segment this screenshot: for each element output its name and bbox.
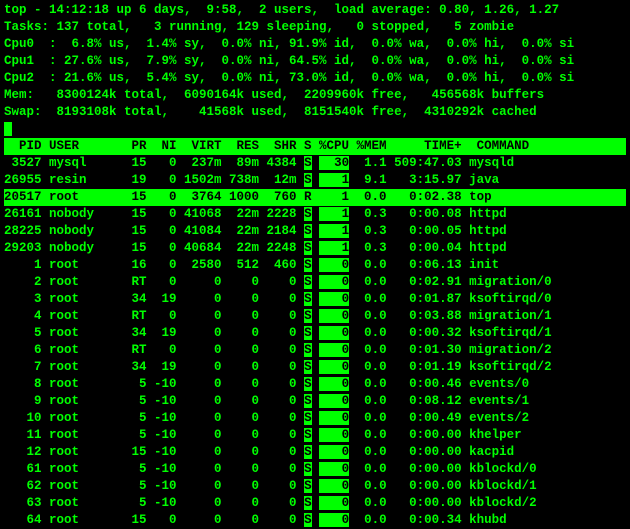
summary-uptime: top - 14:12:18 up 6 days, 9:58, 2 users,… [4, 2, 626, 19]
process-row[interactable]: 64 root 15 0 0 0 0 S 0 0.0 0:00.34 khubd [4, 512, 626, 529]
summary-swap: Swap: 8193108k total, 41568k used, 81515… [4, 104, 626, 121]
process-row[interactable]: 2 root RT 0 0 0 0 S 0 0.0 0:02.91 migrat… [4, 274, 626, 291]
process-row[interactable]: 12 root 15 -10 0 0 0 S 0 0.0 0:00.00 kac… [4, 444, 626, 461]
process-row[interactable]: 4 root RT 0 0 0 0 S 0 0.0 0:03.88 migrat… [4, 308, 626, 325]
process-row[interactable]: 3527 mysql 15 0 237m 89m 4384 S 30 1.1 5… [4, 155, 626, 172]
process-row[interactable]: 26161 nobody 15 0 41068 22m 2228 S 1 0.3… [4, 206, 626, 223]
process-row[interactable]: 61 root 5 -10 0 0 0 S 0 0.0 0:00.00 kblo… [4, 461, 626, 478]
process-row[interactable]: 10 root 5 -10 0 0 0 S 0 0.0 0:00.49 even… [4, 410, 626, 427]
process-row[interactable]: 6 root RT 0 0 0 0 S 0 0.0 0:01.30 migrat… [4, 342, 626, 359]
prompt-cursor[interactable] [4, 121, 626, 138]
process-row[interactable]: 62 root 5 -10 0 0 0 S 0 0.0 0:00.00 kblo… [4, 478, 626, 495]
process-row[interactable]: 1 root 16 0 2580 512 460 S 0 0.0 0:06.13… [4, 257, 626, 274]
process-row[interactable]: 9 root 5 -10 0 0 0 S 0 0.0 0:08.12 event… [4, 393, 626, 410]
summary-cpu1: Cpu1 : 27.6% us, 7.9% sy, 0.0% ni, 64.5%… [4, 53, 626, 70]
process-row[interactable]: 26955 resin 19 0 1502m 738m 12m S 1 9.1 … [4, 172, 626, 189]
summary-mem: Mem: 8300124k total, 6090164k used, 2209… [4, 87, 626, 104]
process-row[interactable]: 5 root 34 19 0 0 0 S 0 0.0 0:00.32 ksoft… [4, 325, 626, 342]
process-row[interactable]: 20517 root 15 0 3764 1000 760 R 1 0.0 0:… [4, 189, 626, 206]
process-row[interactable]: 29203 nobody 15 0 40684 22m 2248 S 1 0.3… [4, 240, 626, 257]
process-row[interactable]: 3 root 34 19 0 0 0 S 0 0.0 0:01.87 ksoft… [4, 291, 626, 308]
process-row[interactable]: 63 root 5 -10 0 0 0 S 0 0.0 0:00.00 kblo… [4, 495, 626, 512]
summary-cpu2: Cpu2 : 21.6% us, 5.4% sy, 0.0% ni, 73.0%… [4, 70, 626, 87]
process-row[interactable]: 28225 nobody 15 0 41084 22m 2184 S 1 0.3… [4, 223, 626, 240]
terminal-top-output[interactable]: top - 14:12:18 up 6 days, 9:58, 2 users,… [0, 0, 630, 529]
process-row[interactable]: 7 root 34 19 0 0 0 S 0 0.0 0:01.19 ksoft… [4, 359, 626, 376]
process-row[interactable]: 11 root 5 -10 0 0 0 S 0 0.0 0:00.00 khel… [4, 427, 626, 444]
summary-tasks: Tasks: 137 total, 3 running, 129 sleepin… [4, 19, 626, 36]
process-table-header[interactable]: PID USER PR NI VIRT RES SHR S %CPU %MEM … [4, 138, 626, 155]
summary-cpu0: Cpu0 : 6.8% us, 1.4% sy, 0.0% ni, 91.9% … [4, 36, 626, 53]
process-table-body[interactable]: 3527 mysql 15 0 237m 89m 4384 S 30 1.1 5… [4, 155, 626, 529]
process-row[interactable]: 8 root 5 -10 0 0 0 S 0 0.0 0:00.46 event… [4, 376, 626, 393]
